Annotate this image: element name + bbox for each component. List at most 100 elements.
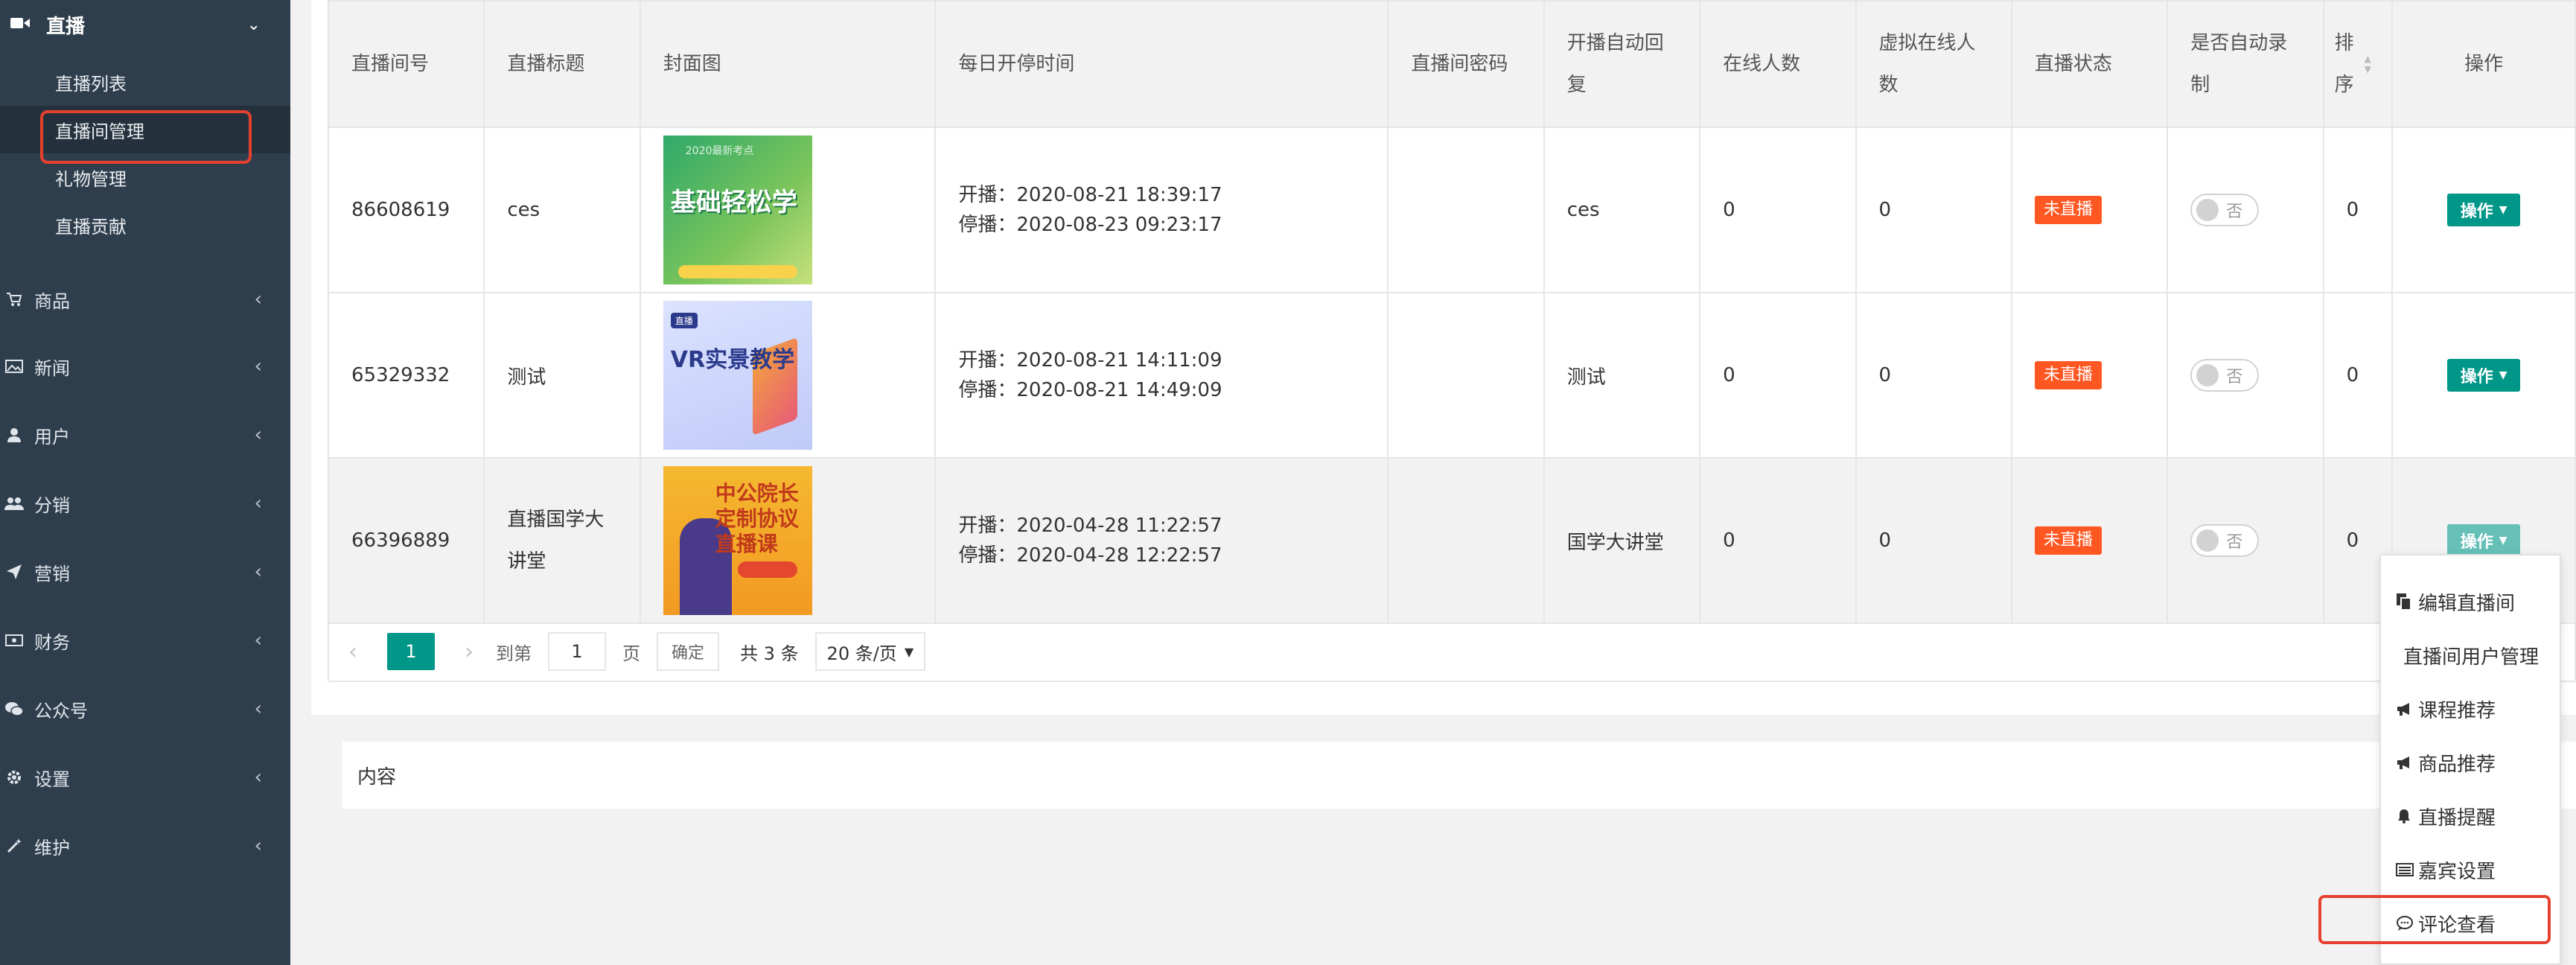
image-icon [4, 357, 24, 376]
chevron-left-icon: ‹ [254, 424, 262, 446]
sidebar-item-official-account[interactable]: 公众号 ‹ [0, 683, 290, 735]
table-row: 66396889 直播国学大讲堂 中公院长定制协议直播课 开播：2020-04-… [327, 457, 2576, 624]
col-header-virtual-online: 虚拟在线人数 [1855, 0, 2012, 128]
col-header-online: 在线人数 [1699, 0, 1857, 128]
megaphone-icon [2396, 755, 2418, 770]
highlight-box-view-comments [2318, 895, 2551, 944]
megaphone-icon [2396, 701, 2418, 716]
cell-auto-record: 否 [2167, 292, 2324, 459]
cell-schedule: 开播：2020-08-21 14:11:09 停播：2020-08-21 14:… [934, 292, 1389, 459]
sidebar-subitem-gift-management[interactable]: 礼物管理 [0, 153, 290, 201]
auto-record-toggle[interactable]: 否 [2190, 524, 2260, 557]
cell-password [1387, 457, 1545, 624]
sidebar-section-live[interactable]: 直播 ⌄ [0, 0, 290, 49]
cell-virtual-online: 0 [1855, 292, 2012, 459]
sort-icon[interactable]: ▲ ▼ [2365, 54, 2371, 74]
list-icon [2396, 862, 2418, 877]
chevron-down-icon: ▼ [904, 644, 914, 659]
chevron-left-icon: ‹ [254, 355, 262, 378]
table-row: 86608619 ces 2020最新考点 基础轻松学 开播：2020-08-2… [327, 127, 2576, 293]
cell-auto-record: 否 [2167, 457, 2324, 624]
cell-virtual-online: 0 [1855, 457, 2012, 624]
col-header-auto-record: 是否自动录制 [2167, 0, 2324, 128]
auto-record-toggle[interactable]: 否 [2190, 359, 2260, 392]
page-number-current[interactable]: 1 [387, 633, 435, 670]
cell-schedule: 开播：2020-04-28 11:22:57 停播：2020-04-28 12:… [934, 457, 1389, 624]
copy-icon [2396, 593, 2418, 611]
cell-online: 0 [1699, 127, 1857, 293]
cell-online: 0 [1699, 292, 1857, 459]
page-size-select[interactable]: 20 条/页 ▼ [814, 632, 926, 671]
sidebar-item-finance[interactable]: 财务 ‹ [0, 614, 290, 666]
cell-password [1387, 127, 1545, 293]
chevron-left-icon: ‹ [254, 835, 262, 857]
sidebar-item-maintenance[interactable]: 维护 ‹ [0, 820, 290, 872]
cell-room-no: 65329332 [327, 292, 485, 459]
col-header-status: 直播状态 [2010, 0, 2169, 128]
live-room-table: 直播间号 直播标题 封面图 每日开停时间 直播间密码 开播自动回复 在线人数 虚… [327, 0, 2576, 624]
status-badge: 未直播 [2034, 196, 2102, 224]
actions-dropdown-button[interactable]: 操作 ▼ [2447, 359, 2521, 392]
cell-cover: 直播 VR实景教学 [639, 292, 937, 459]
cell-status: 未直播 [2010, 127, 2169, 293]
cell-online: 0 [1699, 457, 1857, 624]
cell-sort: 0 [2322, 292, 2394, 459]
col-header-schedule: 每日开停时间 [934, 0, 1389, 128]
status-badge: 未直播 [2034, 361, 2102, 389]
caret-down-icon: ▼ [2499, 204, 2508, 216]
users-icon [4, 494, 24, 513]
table-row: 65329332 测试 直播 VR实景教学 开播：2020-08-21 14:1… [327, 292, 2576, 459]
menu-item-edit-room[interactable]: 编辑直播间 [2381, 575, 2563, 628]
cell-status: 未直播 [2010, 457, 2169, 624]
cell-schedule: 开播：2020-08-21 18:39:17 停播：2020-08-23 09:… [934, 127, 1389, 293]
actions-dropdown-button[interactable]: 操作 ▼ [2447, 524, 2521, 557]
col-header-title: 直播标题 [483, 0, 641, 128]
cover-image: 直播 VR实景教学 [663, 301, 812, 450]
sidebar: 直播 ⌄ 直播列表 直播间管理 礼物管理 直播贡献 商品 ‹ 新闻 ‹ 用户 ‹… [0, 0, 290, 965]
sidebar-subitem-live-list[interactable]: 直播列表 [0, 58, 290, 106]
money-icon [4, 631, 24, 650]
sidebar-item-users[interactable]: 用户 ‹ [0, 409, 290, 461]
actions-dropdown-button[interactable]: 操作 ▼ [2447, 194, 2521, 226]
sidebar-section-label: 直播 [46, 15, 86, 38]
prev-page-icon[interactable]: ‹ [348, 639, 357, 665]
sidebar-item-marketing[interactable]: 营销 ‹ [0, 546, 290, 598]
cell-title: 测试 [483, 292, 641, 459]
menu-item-guest-settings[interactable]: 嘉宾设置 [2381, 843, 2563, 896]
col-header-cover: 封面图 [639, 0, 937, 128]
col-header-room-no: 直播间号 [327, 0, 485, 128]
menu-item-room-user-management[interactable]: 直播间用户管理 [2381, 628, 2563, 682]
chevron-left-icon: ‹ [254, 561, 262, 583]
cell-room-no: 86608619 [327, 127, 485, 293]
chevron-left-icon: ‹ [254, 766, 262, 789]
gear-icon [4, 768, 24, 787]
cell-auto-reply: 国学大讲堂 [1543, 457, 1701, 624]
cell-password [1387, 292, 1545, 459]
sidebar-item-news[interactable]: 新闻 ‹ [0, 340, 290, 392]
video-camera-icon [10, 16, 30, 34]
goto-page-input[interactable]: 1 [548, 632, 606, 671]
sidebar-item-distribution[interactable]: 分销 ‹ [0, 477, 290, 529]
col-header-auto-reply: 开播自动回复 [1543, 0, 1701, 128]
auto-record-toggle[interactable]: 否 [2190, 194, 2260, 226]
col-header-sort[interactable]: 排序 ▲ ▼ [2322, 0, 2394, 128]
sidebar-subitem-live-contribution[interactable]: 直播贡献 [0, 201, 290, 249]
wand-icon [4, 836, 24, 856]
page-label: 页 [622, 643, 640, 664]
sidebar-item-settings[interactable]: 设置 ‹ [0, 751, 290, 803]
cell-status: 未直播 [2010, 292, 2169, 459]
menu-item-goods-recommend[interactable]: 商品推荐 [2381, 736, 2563, 789]
cell-sort: 0 [2322, 127, 2394, 293]
chevron-left-icon: ‹ [254, 629, 262, 652]
pagination: ‹ 1 › 到第 1 页 确定 共 3 条 20 条/页 ▼ [328, 622, 2576, 682]
total-count: 共 3 条 [740, 643, 799, 664]
cell-actions: 操作 ▼ [2391, 292, 2576, 459]
cell-auto-record: 否 [2167, 127, 2324, 293]
goto-confirm-button[interactable]: 确定 [657, 632, 720, 671]
sidebar-item-goods[interactable]: 商品 ‹ [0, 273, 290, 325]
menu-item-live-reminder[interactable]: 直播提醒 [2381, 789, 2563, 843]
next-page-icon[interactable]: › [465, 639, 474, 665]
menu-item-course-recommend[interactable]: 课程推荐 [2381, 682, 2563, 736]
chevron-down-icon: ⌄ [246, 15, 261, 34]
status-badge: 未直播 [2034, 526, 2102, 555]
